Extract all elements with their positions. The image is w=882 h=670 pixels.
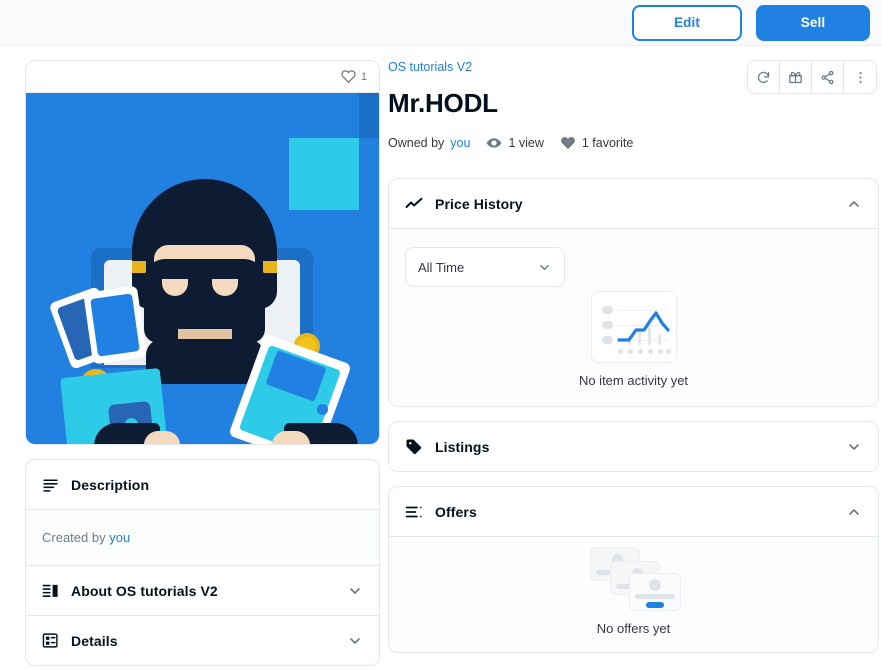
share-icon[interactable]: [812, 61, 844, 93]
chart-xaxis-dot: [627, 349, 633, 354]
description-body: Created by you: [26, 510, 379, 565]
artwork-favorite-count: 1: [360, 70, 367, 83]
left-accordion-stack: Description Created by you About OS tuto…: [25, 459, 380, 666]
price-history-panel: Price History All Time No item activity …: [388, 178, 879, 407]
description-icon: [42, 476, 59, 493]
empty-offers-icon: [586, 545, 682, 611]
time-range-value: All Time: [418, 259, 465, 275]
price-history-body: All Time No item activity yet: [389, 228, 878, 406]
empty-chart-icon: [590, 291, 677, 363]
chart-xaxis-dot: [637, 349, 643, 354]
edit-button[interactable]: Edit: [632, 4, 742, 41]
line-chart-icon: [405, 195, 423, 213]
favorites-group: 1 favorite: [560, 135, 633, 151]
owner-group: Owned by you: [388, 136, 470, 150]
offer-card-avatar: [648, 579, 661, 591]
heart-filled-icon: [560, 135, 576, 151]
right-column: OS tutorials V2 Mr.HODL Owned by you 1 v…: [388, 60, 879, 667]
listings-title: Listings: [435, 438, 490, 455]
artwork-image[interactable]: [26, 93, 379, 444]
artwork-card: 1: [25, 60, 380, 445]
art-cyan-square: [289, 138, 359, 210]
art-mask-band-right: [263, 261, 277, 273]
top-action-bar: Edit Sell: [0, 0, 882, 46]
owner-link[interactable]: you: [450, 136, 470, 150]
more-vertical-icon[interactable]: [844, 61, 876, 93]
listings-panel: Listings: [388, 421, 879, 472]
offers-header[interactable]: Offers: [389, 487, 878, 536]
details-title: Details: [71, 632, 118, 649]
sell-button[interactable]: Sell: [756, 4, 870, 41]
offer-card-line: [634, 594, 675, 599]
created-by-user-link[interactable]: you: [109, 530, 130, 545]
art-dark-strip: [359, 93, 379, 138]
description-header[interactable]: Description: [26, 460, 379, 509]
artwork-card-header: 1: [26, 61, 379, 93]
details-grid-icon: [42, 632, 59, 649]
offers-body: No offers yet: [389, 536, 878, 652]
price-history-empty-text: No item activity yet: [578, 373, 689, 388]
created-by-prefix: Created by: [42, 530, 106, 545]
heart-outline-icon[interactable]: [341, 69, 356, 84]
art-torso: [146, 339, 264, 384]
chevron-down-icon: [537, 260, 552, 275]
item-action-bar: [747, 60, 877, 94]
time-range-select[interactable]: All Time: [405, 247, 565, 287]
chevron-down-icon[interactable]: [347, 633, 363, 649]
tag-icon: [405, 438, 423, 456]
price-history-title: Price History: [435, 195, 523, 212]
owner-prefix: Owned by: [388, 136, 445, 150]
views-group: 1 view: [486, 135, 544, 151]
view-count: 1 view: [508, 136, 544, 150]
art-hand-left: [144, 431, 180, 444]
about-collection-icon: [42, 582, 59, 599]
gift-icon[interactable]: [780, 61, 812, 93]
offers-panel: Offers No offers yet: [388, 486, 879, 653]
chart-xaxis-dot: [617, 349, 623, 354]
offers-empty-text: No offers yet: [596, 621, 671, 636]
chevron-up-icon[interactable]: [846, 196, 862, 212]
about-collection-header[interactable]: About OS tutorials V2: [26, 566, 379, 615]
chevron-down-icon[interactable]: [846, 439, 862, 455]
favorite-count: 1 favorite: [581, 136, 634, 150]
art-card-fan-2-inner: [90, 293, 140, 357]
offer-card-action-pill: [645, 602, 664, 608]
eye-icon: [486, 135, 502, 151]
chevron-down-icon[interactable]: [347, 583, 363, 599]
chart-xaxis-dot: [665, 349, 671, 354]
offers-empty-state: No offers yet: [389, 545, 878, 636]
left-column: 1 Description Created by you About OS tu…: [25, 60, 380, 666]
offers-title: Offers: [435, 503, 477, 520]
chart-xaxis-dot: [657, 349, 663, 354]
art-mask-band-left: [132, 261, 146, 273]
details-header[interactable]: Details: [26, 616, 379, 665]
art-hand-right: [272, 431, 310, 444]
price-history-header[interactable]: Price History: [389, 179, 878, 228]
about-collection-title: About OS tutorials V2: [71, 582, 218, 599]
item-page: 1 Description Created by you About OS tu…: [0, 46, 882, 670]
art-tablet-screen-dot: [317, 404, 328, 415]
chart-xaxis-dot: [647, 349, 653, 354]
list-icon: [405, 503, 423, 521]
listings-header[interactable]: Listings: [389, 422, 878, 471]
item-meta-row: Owned by you 1 view 1 favorite: [388, 135, 879, 151]
description-title: Description: [71, 476, 150, 493]
chevron-up-icon[interactable]: [846, 504, 862, 520]
refresh-icon[interactable]: [748, 61, 780, 93]
price-history-empty-state: No item activity yet: [389, 291, 878, 388]
